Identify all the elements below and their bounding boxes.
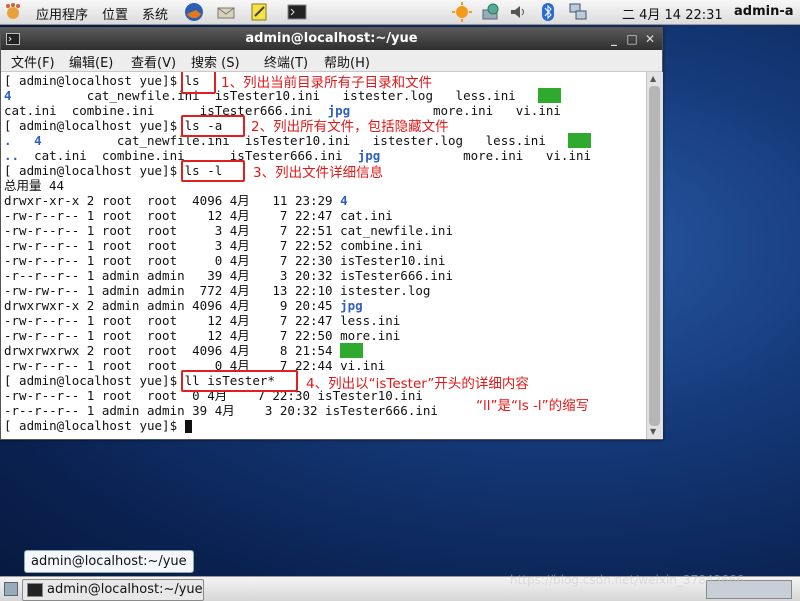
terminal-window: admin@localhost:~/yue _ □ ✕ 文件(F) 编辑(E) … [0,27,663,440]
menu-search[interactable]: 搜索 (S) [191,52,240,71]
network-icon[interactable] [568,2,588,22]
show-desktop-icon[interactable] [4,582,18,596]
terminal-scrollbar[interactable]: ▲ ▼ [646,72,663,439]
watermark: https://blog.csdn.net/weixin_37843666 [510,573,745,587]
user-name[interactable]: admin-a [734,4,794,19]
highlight-box-ll [181,370,298,392]
annotation-3: 3、列出文件详细信息 [253,165,384,181]
highlight-box-ls [181,72,216,94]
scroll-up-arrow-icon[interactable]: ▲ [650,74,656,83]
terminal-line: -rw-r--r-- 1 root root 12 4月 7 22:47 les… [4,313,401,328]
highlight-box-ls-a [181,115,245,137]
highlight-box-ls-l [181,160,245,182]
clock[interactable]: 二 4月 14 22:31 [622,4,723,23]
update-icon[interactable] [480,2,500,22]
menu-file[interactable]: 文件(F) [11,52,55,71]
menu-edit[interactable]: 编辑(E) [69,52,113,71]
menu-terminal[interactable]: 终端(T) [264,52,308,71]
minimize-icon[interactable]: _ [607,32,621,46]
menu-system[interactable]: 系统 [142,4,168,23]
terminal-line: -rw-r--r-- 1 root root 12 4月 7 22:50 mor… [4,328,401,343]
terminal-line: -rw-r--r-- 1 root root 12 4月 7 22:47 cat… [4,208,393,223]
menubar: 文件(F) 编辑(E) 查看(V) 搜索 (S) 终端(T) 帮助(H) [1,50,662,72]
mail-icon[interactable] [216,2,236,22]
maximize-icon[interactable]: □ [625,32,639,46]
bluetooth-icon[interactable] [538,2,558,22]
terminal-window-icon [6,32,20,46]
gnome-foot-icon[interactable] [3,2,23,22]
window-title: admin@localhost:~/yue [245,31,418,46]
top-panel: 应用程序 位置 系统 二 4月 14 22:31 admin-a [0,0,800,25]
terminal-line: 总用量 44 [4,178,65,193]
terminal-line: drwxr-xr-x 2 root root 4096 4月 11 23:29 … [4,193,348,208]
terminal-line: -rw-r--r-- 1 root root 3 4月 7 22:52 comb… [4,238,423,253]
annotation-4: 4、列出以“isTester”开头的详细内容 [306,376,529,392]
terminal-line: -r--r--r-- 1 admin admin 39 4月 3 20:32 i… [4,268,453,283]
notes-icon[interactable] [249,2,269,22]
terminal-line: drwxrwxr-x 2 admin admin 4096 4月 9 20:45… [4,298,363,313]
terminal-prompt: [ admin@localhost yue]$ [4,418,192,433]
weather-sun-icon[interactable] [452,2,472,22]
window-titlebar[interactable]: admin@localhost:~/yue _ □ ✕ [1,28,662,50]
menu-help[interactable]: 帮助(H) [324,52,370,71]
taskbar-tooltip: admin@localhost:~/yue [24,550,194,573]
annotation-2: 2、列出所有文件，包括隐藏文件 [251,119,449,135]
terminal-line: -rw-r--r-- 1 root root 3 4月 7 22:51 cat_… [4,223,453,238]
terminal-line: [ admin@localhost yue]$ ls [4,73,200,88]
terminal-line: . 4 cat_newfile.ini isTester10.ini istes… [4,133,592,148]
terminal-output[interactable]: [ admin@localhost yue]$ ls 4 cat_newfile… [1,72,646,439]
annotation-5: “ll”是“ls -l”的缩写 [476,398,590,414]
terminal-line: -r--r--r-- 1 admin admin 39 4月 3 20:32 i… [4,403,438,418]
close-icon[interactable]: ✕ [643,32,657,46]
terminal-task-icon [27,582,43,597]
cursor [184,420,192,433]
annotation-1: 1、列出当前目录所有子目录和文件 [221,75,433,91]
terminal-line: drwxrwxrwx 2 root root 4096 4月 8 21:54 s… [4,343,363,358]
terminal-launcher-icon[interactable] [287,2,307,22]
scroll-thumb[interactable] [649,86,660,426]
terminal-line: -rw-rw-r-- 1 admin admin 772 4月 13 22:10… [4,283,431,298]
menu-places[interactable]: 位置 [102,4,128,23]
menu-applications[interactable]: 应用程序 [36,4,88,23]
terminal-line: -rw-r--r-- 1 root root 0 4月 7 22:30 isTe… [4,253,446,268]
taskbar-window-button[interactable]: admin@localhost:~/yue [22,579,204,601]
firefox-icon[interactable] [184,2,204,22]
menu-view[interactable]: 查看(V) [131,52,176,71]
volume-icon[interactable] [508,2,528,22]
scroll-down-arrow-icon[interactable]: ▼ [650,427,656,436]
